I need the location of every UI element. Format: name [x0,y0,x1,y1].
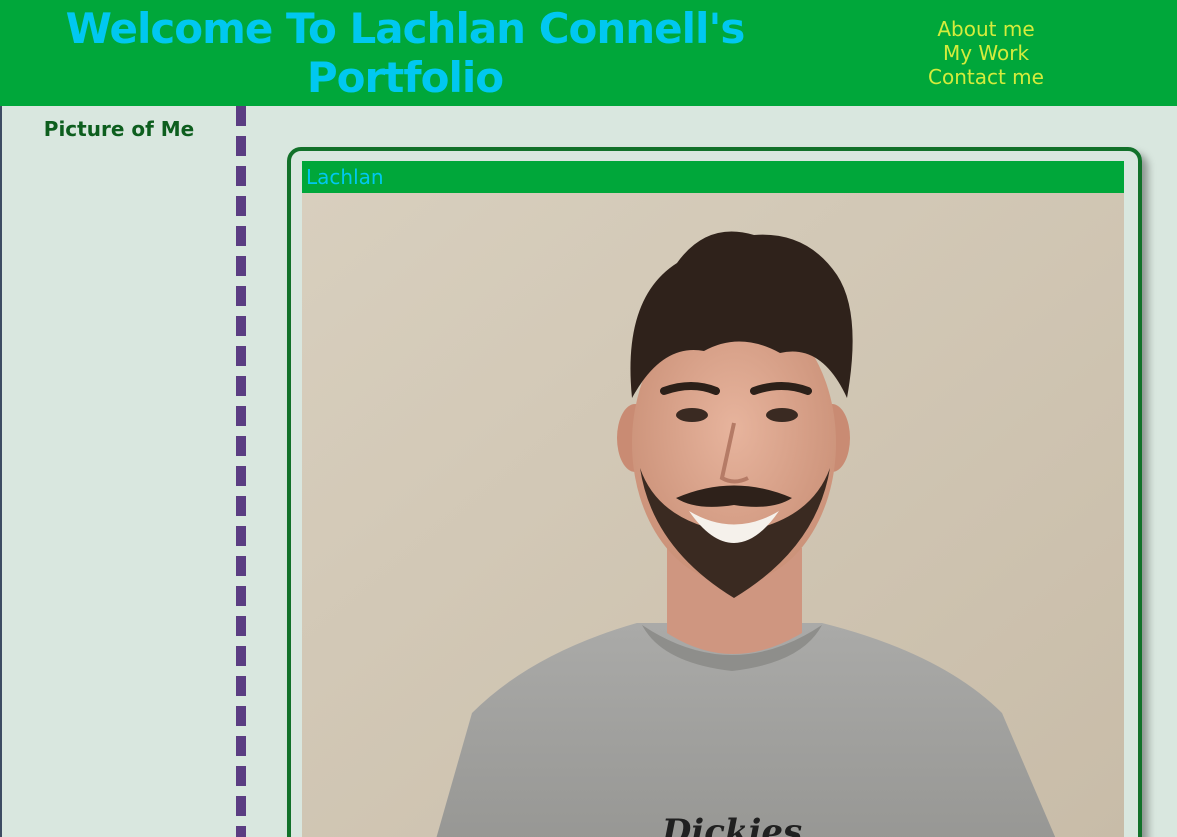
shirt-logo-text: Dickies [661,812,802,837]
main-nav: About me My Work Contact me [880,17,1092,89]
site-header: Welcome To Lachlan Connell's Portfolio A… [0,0,1177,106]
sidebar-title: Picture of Me [43,117,195,141]
nav-contact-me[interactable]: Contact me [880,65,1092,89]
portfolio-page: Welcome To Lachlan Connell's Portfolio A… [0,0,1177,837]
sidebar: Picture of Me [2,106,236,837]
profile-card: Lachlan Dickies [287,147,1142,837]
nav-my-work[interactable]: My Work [880,41,1092,65]
dashed-divider [236,106,246,837]
profile-photo-image: Dickies [302,193,1124,837]
card-title: Lachlan [302,161,1124,193]
nav-about-me[interactable]: About me [880,17,1092,41]
profile-photo: Dickies [302,193,1124,837]
site-title: Welcome To Lachlan Connell's Portfolio [65,4,746,102]
